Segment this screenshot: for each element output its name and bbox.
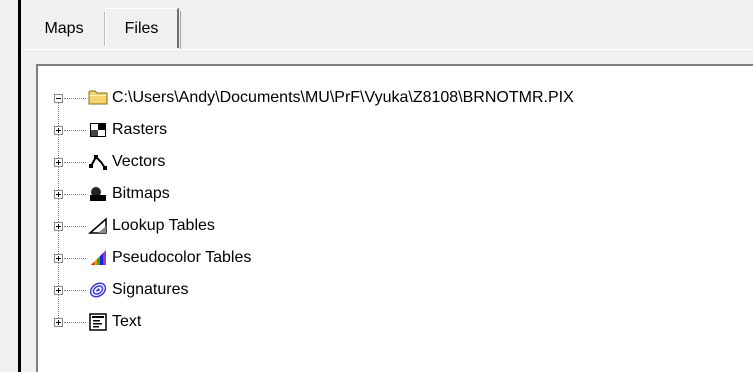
tree-connector-line bbox=[64, 194, 86, 196]
expand-toggle-lookup-tables[interactable] bbox=[54, 222, 63, 231]
tab-strip-divider bbox=[21, 49, 753, 50]
tree-item-lookup-tables[interactable]: Lookup Tables bbox=[112, 216, 215, 236]
tree-connector-line bbox=[64, 290, 86, 292]
bitmaps-icon bbox=[90, 187, 106, 201]
tab-maps[interactable]: Maps bbox=[24, 12, 104, 48]
file-tree[interactable]: C:\Users\Andy\Documents\MU\PrF\Vyuka\Z81… bbox=[38, 66, 753, 372]
tree-item-signatures[interactable]: Signatures bbox=[112, 280, 189, 300]
tree-connector-line bbox=[64, 258, 86, 260]
tab-files[interactable]: Files bbox=[105, 8, 181, 49]
files-tree-panel[interactable]: C:\Users\Andy\Documents\MU\PrF\Vyuka\Z81… bbox=[36, 64, 753, 372]
expand-toggle-vectors[interactable] bbox=[54, 158, 63, 167]
expand-toggle-text[interactable] bbox=[54, 318, 63, 327]
tree-connector-line bbox=[64, 130, 86, 132]
signatures-icon bbox=[89, 282, 107, 298]
expand-toggle-bitmaps[interactable] bbox=[54, 190, 63, 199]
tree-connector-line bbox=[64, 322, 86, 324]
rasters-icon bbox=[90, 123, 106, 137]
expand-toggle-rasters[interactable] bbox=[54, 126, 63, 135]
expand-toggle-pseudocolor-tables[interactable] bbox=[54, 254, 63, 263]
text-icon bbox=[89, 313, 107, 331]
lookup-tables-icon bbox=[88, 217, 107, 234]
folder-icon bbox=[88, 90, 108, 105]
expand-toggle-signatures[interactable] bbox=[54, 286, 63, 295]
tree-item-rasters[interactable]: Rasters bbox=[112, 120, 167, 140]
tree-root-label[interactable]: C:\Users\Andy\Documents\MU\PrF\Vyuka\Z81… bbox=[112, 88, 574, 108]
vectors-icon bbox=[89, 155, 107, 170]
window-left-border bbox=[18, 0, 21, 372]
tree-item-pseudocolor-tables[interactable]: Pseudocolor Tables bbox=[112, 248, 251, 268]
tree-connector-line bbox=[64, 226, 86, 228]
tree-connector-line bbox=[64, 98, 86, 100]
tree-connector-line bbox=[64, 162, 86, 164]
tree-item-vectors[interactable]: Vectors bbox=[112, 152, 165, 172]
root-collapse-toggle[interactable] bbox=[54, 94, 63, 103]
pseudocolor-tables-icon bbox=[91, 250, 106, 265]
tree-item-text[interactable]: Text bbox=[112, 312, 141, 332]
tree-item-bitmaps[interactable]: Bitmaps bbox=[112, 184, 170, 204]
